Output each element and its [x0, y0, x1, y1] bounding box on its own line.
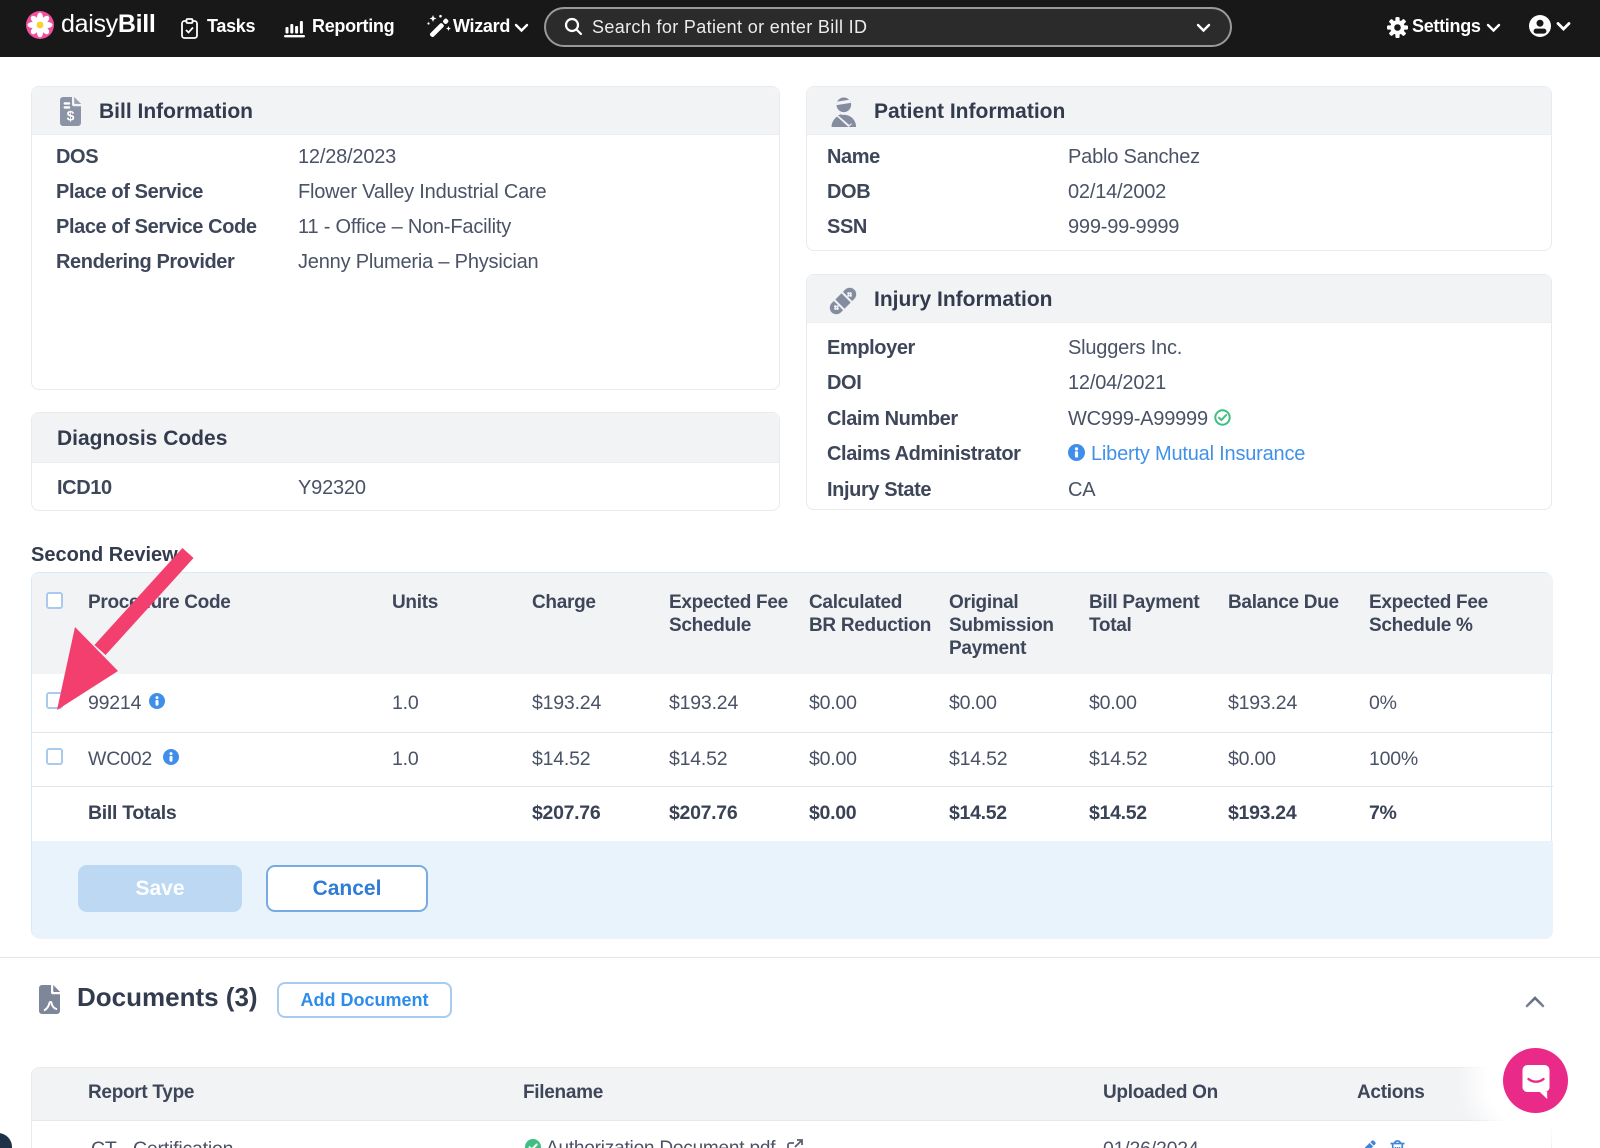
svg-text:$: $ [67, 108, 75, 124]
